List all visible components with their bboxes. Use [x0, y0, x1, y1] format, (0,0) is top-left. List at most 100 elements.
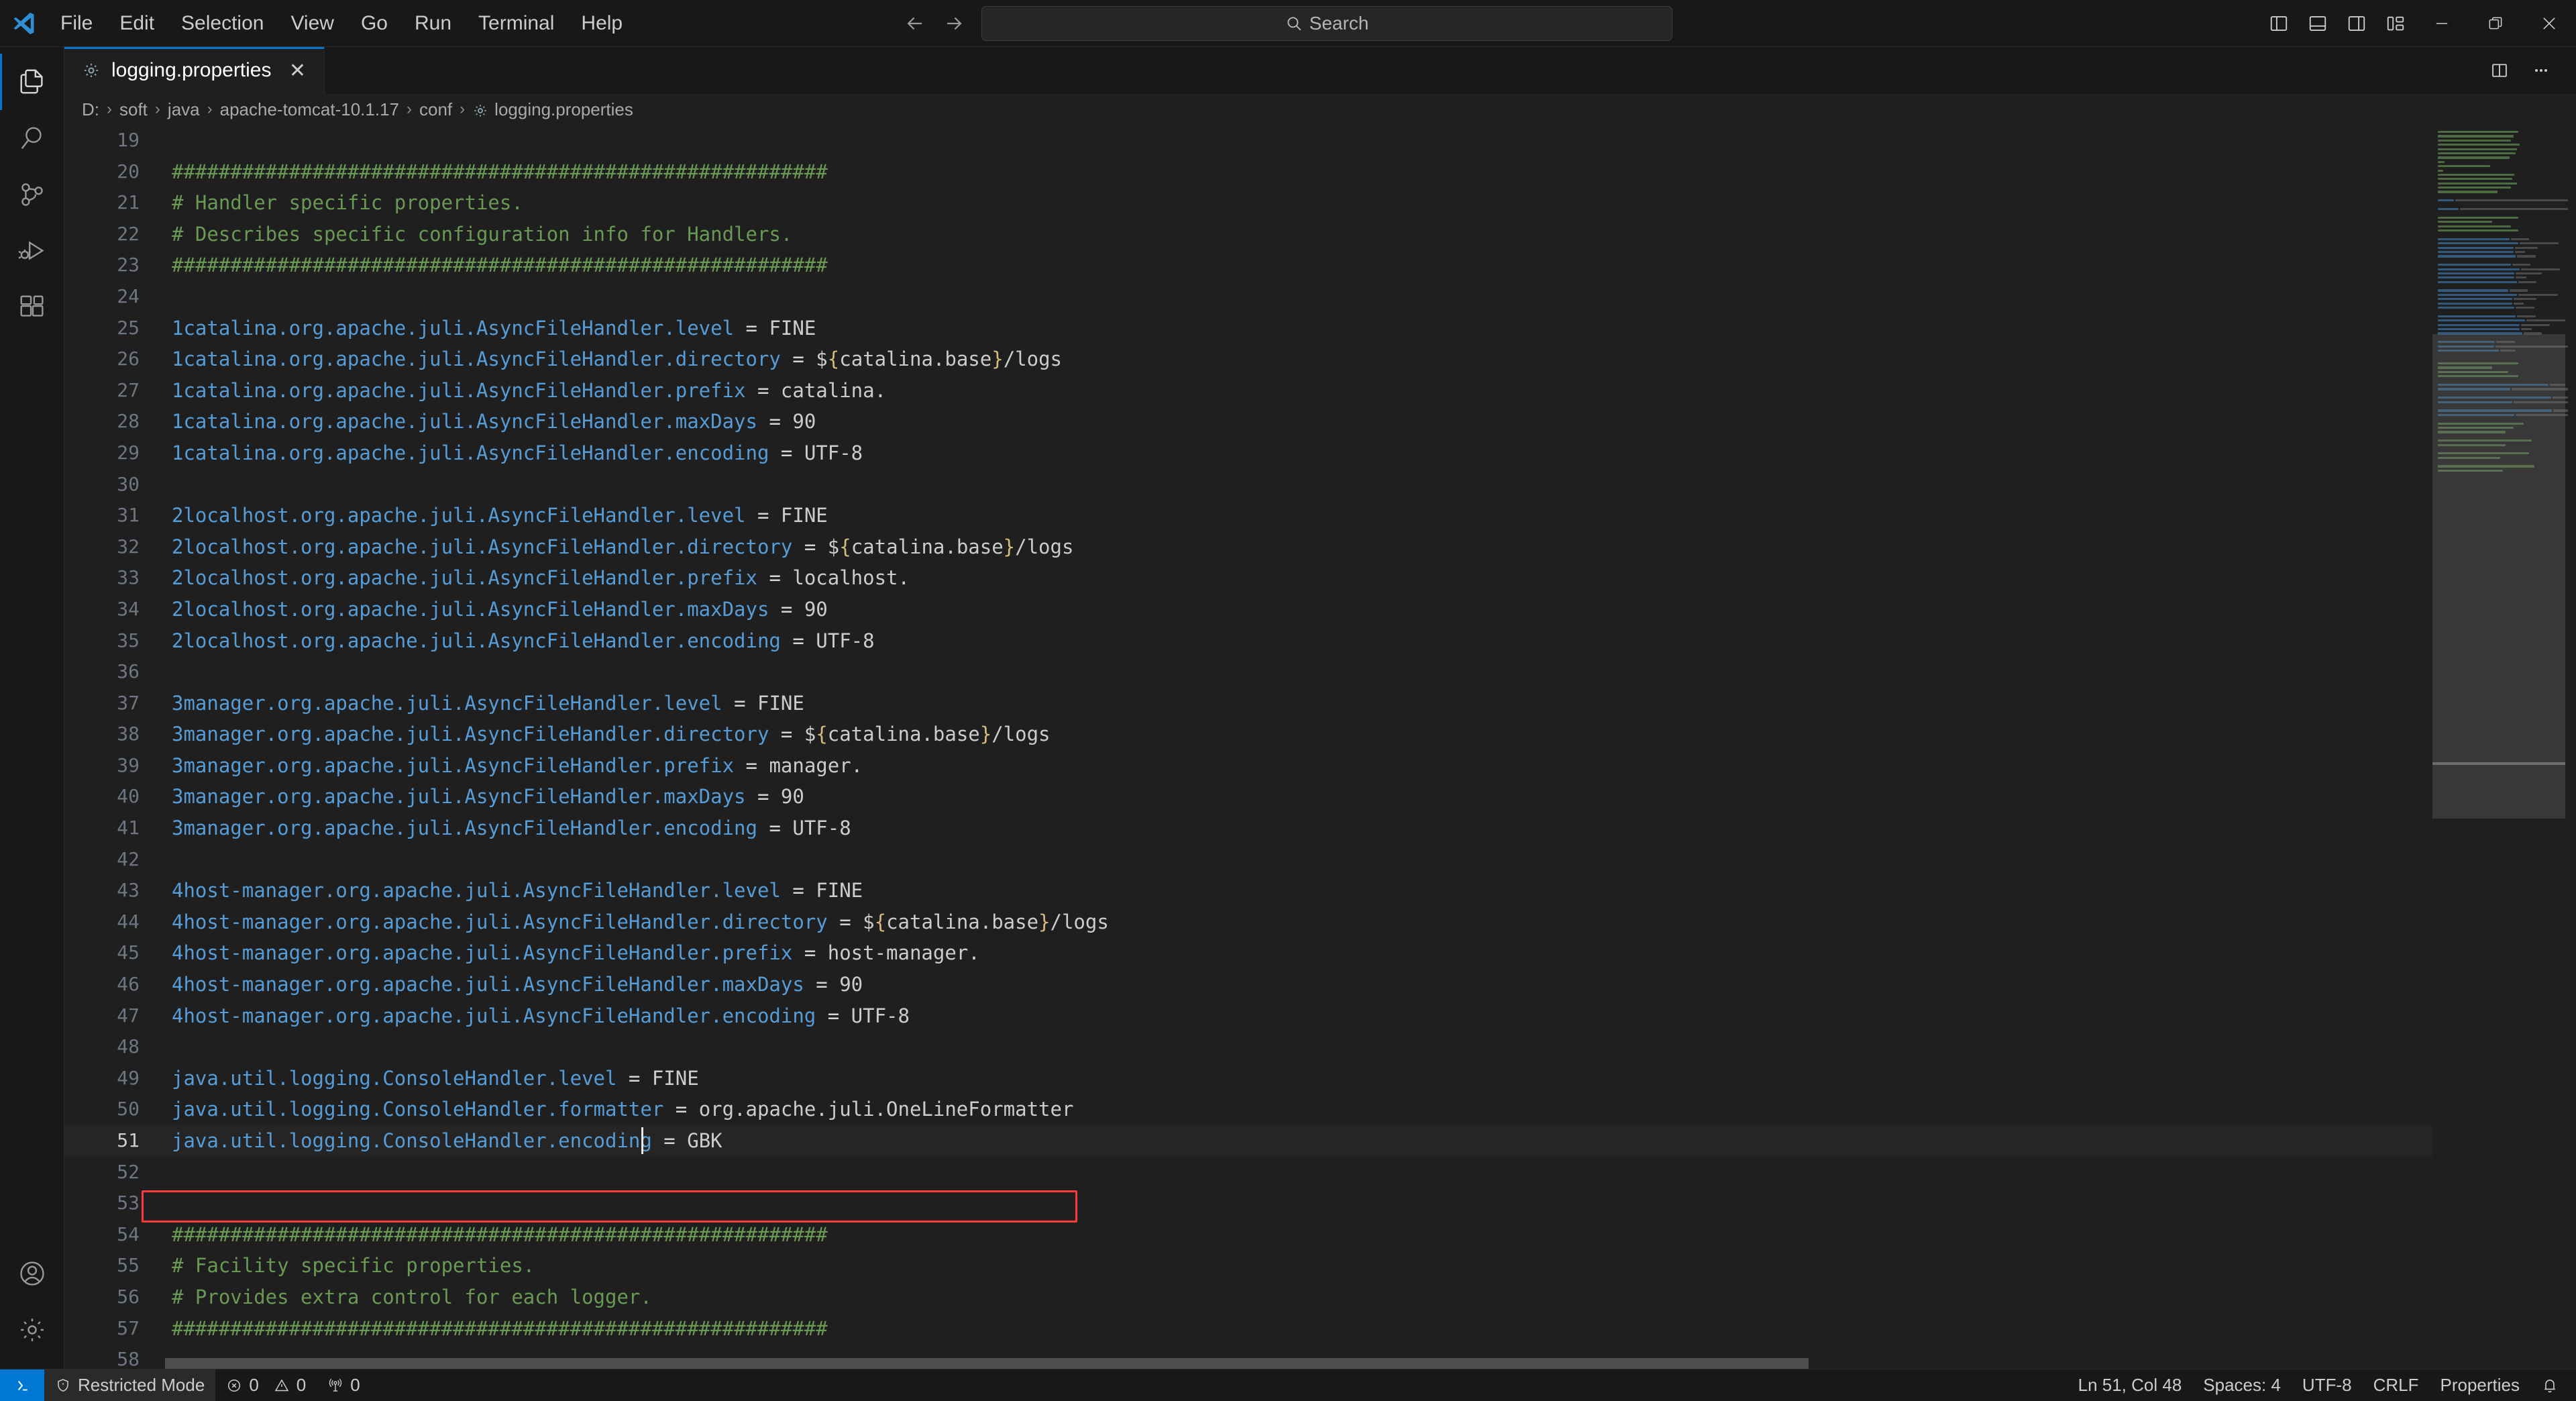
code-token-val: UTF-8 — [816, 629, 875, 652]
code-line[interactable]: 22 # Describes specific configuration inf… — [64, 219, 2432, 250]
code-viewport[interactable]: 19 20 ####################################… — [64, 125, 2432, 1369]
menu-terminal[interactable]: Terminal — [465, 0, 568, 47]
activity-explorer[interactable] — [0, 54, 64, 110]
code-line[interactable]: 48 — [64, 1031, 2432, 1063]
code-token-eq: = — [769, 441, 804, 464]
code-line[interactable]: 40 3manager.org.apache.juli.AsyncFileHand… — [64, 781, 2432, 813]
horizontal-scrollbar-thumb[interactable] — [165, 1358, 1809, 1369]
menu-help[interactable]: Help — [568, 0, 636, 47]
code-line[interactable]: 42 — [64, 844, 2432, 876]
code-line[interactable]: 33 2localhost.org.apache.juli.AsyncFileHa… — [64, 562, 2432, 594]
code-line[interactable]: 50 java.util.logging.ConsoleHandler.forma… — [64, 1094, 2432, 1125]
toggle-secondary-sidebar-icon[interactable] — [2337, 0, 2376, 47]
tab-logging-properties[interactable]: logging.properties ✕ — [64, 47, 325, 94]
code-line[interactable]: 56 # Provides extra control for each logg… — [64, 1282, 2432, 1313]
code-line[interactable]: 39 3manager.org.apache.juli.AsyncFileHand… — [64, 750, 2432, 782]
breadcrumb-item[interactable]: conf — [419, 99, 452, 120]
code-line[interactable]: 31 2localhost.org.apache.juli.AsyncFileHa… — [64, 500, 2432, 531]
close-button[interactable] — [2522, 0, 2576, 47]
menu-view[interactable]: View — [277, 0, 347, 47]
minimap-slider[interactable] — [2432, 334, 2565, 819]
menu-run[interactable]: Run — [401, 0, 465, 47]
status-editor-encoding[interactable]: UTF-8 — [2292, 1369, 2363, 1401]
breadcrumb-item[interactable]: apache-tomcat-10.1.17 — [220, 99, 399, 120]
menu-file[interactable]: File — [47, 0, 106, 47]
code-line[interactable]: 21 # Handler specific properties. — [64, 187, 2432, 219]
code-line[interactable]: 35 2localhost.org.apache.juli.AsyncFileHa… — [64, 625, 2432, 657]
code-line-text: 1catalina.org.apache.juli.AsyncFileHandl… — [165, 437, 863, 469]
minimap-line — [2438, 130, 2568, 134]
status-editor-indentation[interactable]: Spaces: 4 — [2192, 1369, 2292, 1401]
code-line[interactable]: 37 3manager.org.apache.juli.AsyncFileHand… — [64, 688, 2432, 719]
line-number: 33 — [117, 566, 140, 589]
code-line[interactable]: 30 — [64, 469, 2432, 501]
code-line[interactable]: 45 4host-manager.org.apache.juli.AsyncFil… — [64, 937, 2432, 969]
code-line[interactable]: 43 4host-manager.org.apache.juli.AsyncFil… — [64, 875, 2432, 906]
menu-selection[interactable]: Selection — [168, 0, 277, 47]
status-restricted-mode[interactable]: Restricted Mode — [44, 1369, 216, 1401]
split-editor-icon[interactable] — [2481, 47, 2518, 94]
code-line[interactable]: 38 3manager.org.apache.juli.AsyncFileHand… — [64, 719, 2432, 750]
remote-indicator[interactable] — [0, 1369, 44, 1401]
code-line[interactable]: 47 4host-manager.org.apache.juli.AsyncFil… — [64, 1000, 2432, 1032]
code-line[interactable]: 19 — [64, 125, 2432, 156]
code-line[interactable]: 57 ######################################… — [64, 1313, 2432, 1345]
code-line[interactable]: 27 1catalina.org.apache.juli.AsyncFileHan… — [64, 375, 2432, 407]
line-number: 23 — [117, 254, 140, 276]
activity-run-debug[interactable] — [0, 223, 64, 279]
code-line[interactable]: 24 — [64, 281, 2432, 313]
code-line[interactable]: 46 4host-manager.org.apache.juli.AsyncFil… — [64, 969, 2432, 1000]
activity-search[interactable] — [0, 110, 64, 166]
code-line[interactable]: 29 1catalina.org.apache.juli.AsyncFileHan… — [64, 437, 2432, 469]
status-problems[interactable]: 0 0 — [215, 1369, 317, 1401]
activity-accounts[interactable] — [0, 1245, 64, 1302]
code-line[interactable]: 36 — [64, 656, 2432, 688]
code-line[interactable]: 52 — [64, 1157, 2432, 1188]
minimap-line — [2438, 323, 2568, 327]
status-ports[interactable]: 0 — [317, 1369, 370, 1401]
breadcrumb-item[interactable]: soft — [119, 99, 148, 120]
breadcrumb-item[interactable]: D: — [82, 99, 99, 120]
breadcrumb-item[interactable]: logging.properties — [472, 99, 633, 120]
code-token-eq: = — [734, 754, 769, 777]
code-line[interactable]: 25 1catalina.org.apache.juli.AsyncFileHan… — [64, 313, 2432, 344]
minimap-line — [2438, 164, 2568, 168]
code-token-val: catalina. — [780, 378, 887, 402]
code-line[interactable]: 44 4host-manager.org.apache.juli.AsyncFil… — [64, 906, 2432, 938]
menu-edit[interactable]: Edit — [106, 0, 168, 47]
code-line[interactable]: 26 1catalina.org.apache.juli.AsyncFileHan… — [64, 344, 2432, 375]
code-line[interactable]: 20 ######################################… — [64, 156, 2432, 188]
arrow-left-icon[interactable] — [904, 12, 933, 35]
status-editor-language[interactable]: Properties — [2430, 1369, 2531, 1401]
code-line[interactable]: 53 — [64, 1188, 2432, 1219]
tab-close-icon[interactable]: ✕ — [286, 59, 309, 83]
activity-extensions[interactable] — [0, 279, 64, 335]
code-line[interactable]: 23 ######################################… — [64, 250, 2432, 281]
toggle-primary-sidebar-icon[interactable] — [2259, 0, 2298, 47]
customize-layout-icon[interactable] — [2376, 0, 2415, 47]
code-line[interactable]: 41 3manager.org.apache.juli.AsyncFileHand… — [64, 813, 2432, 844]
status-editor-eol[interactable]: CRLF — [2363, 1369, 2430, 1401]
ellipsis-icon[interactable] — [2522, 47, 2560, 94]
code-line[interactable]: 28 1catalina.org.apache.juli.AsyncFileHan… — [64, 406, 2432, 437]
code-line[interactable]: 34 2localhost.org.apache.juli.AsyncFileHa… — [64, 594, 2432, 625]
arrow-right-icon[interactable] — [943, 12, 972, 35]
code-line[interactable]: 32 2localhost.org.apache.juli.AsyncFileHa… — [64, 531, 2432, 563]
code-line[interactable]: 54 ######################################… — [64, 1219, 2432, 1251]
restore-button[interactable] — [2469, 0, 2522, 47]
code-token-val: FINE — [769, 316, 816, 340]
status-editor-position[interactable]: Ln 51, Col 48 — [2068, 1369, 2193, 1401]
activity-source-control[interactable] — [0, 166, 64, 223]
status-notifications[interactable] — [2530, 1369, 2569, 1401]
horizontal-scrollbar[interactable] — [165, 1358, 2432, 1369]
menu-go[interactable]: Go — [347, 0, 401, 47]
code-line[interactable]: 51 java.util.logging.ConsoleHandler.encod… — [64, 1125, 2432, 1157]
code-line[interactable]: 55 # Facility specific properties. — [64, 1250, 2432, 1282]
toggle-panel-icon[interactable] — [2298, 0, 2337, 47]
code-line[interactable]: 49 java.util.logging.ConsoleHandler.level… — [64, 1063, 2432, 1094]
activity-settings[interactable] — [0, 1302, 64, 1358]
breadcrumb-item[interactable]: java — [168, 99, 200, 120]
minimize-button[interactable] — [2415, 0, 2469, 47]
search-input[interactable]: Search — [981, 5, 1672, 41]
minimap[interactable] — [2432, 125, 2576, 1369]
